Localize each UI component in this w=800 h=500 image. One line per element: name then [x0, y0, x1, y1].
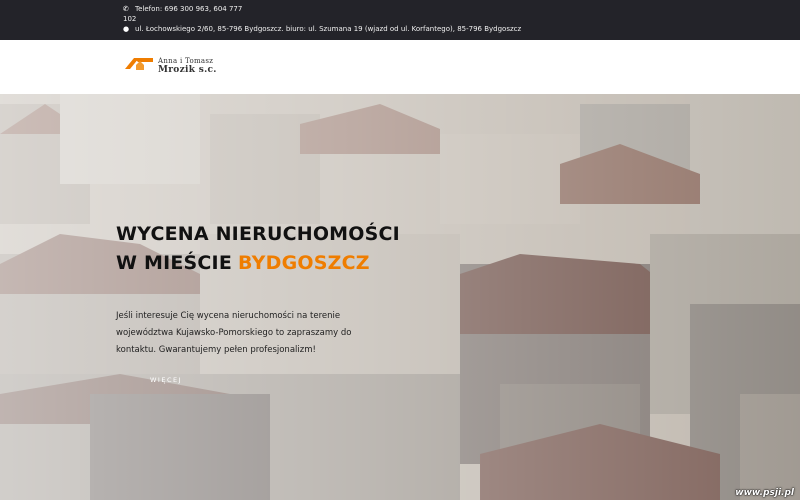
- phone-icon: ✆: [123, 5, 129, 13]
- hero-banner: WYCENA NIERUCHOMOŚCI W MIEŚCIE BYDGOSZCZ …: [0, 94, 800, 500]
- hero-title-city: BYDGOSZCZ: [238, 252, 370, 274]
- phone-text: Telefon: 696 300 963, 604 777: [135, 5, 243, 13]
- address-text: ul. Łochowskiego 2/60, 85-796 Bydgoszcz.…: [135, 25, 522, 33]
- top-contact-bar: ✆ Telefon: 696 300 963, 604 777 102 ● ul. …: [0, 0, 800, 40]
- watermark: www.psji.pl: [735, 488, 794, 498]
- map-pin-icon: ●: [123, 25, 130, 33]
- hero-title-line1: WYCENA NIERUCHOMOŚCI: [116, 223, 400, 245]
- hero-description: Jeśli interesuje Cię wycena nieruchomośc…: [116, 311, 352, 355]
- hero-overlay: [0, 94, 800, 500]
- hero-title-line2: W MIEŚCIE BYDGOSZCZ: [116, 252, 370, 274]
- roof-logo-icon: [125, 58, 153, 70]
- logo-line1: Anna i Tomasz: [158, 57, 214, 65]
- hero-title-prefix: W MIEŚCIE: [116, 252, 233, 274]
- site-header: Anna i Tomasz Mrozik s.c.: [0, 40, 800, 94]
- address-line: ● ul. Łochowskiego 2/60, 85-796 Bydgoszcz…: [123, 25, 521, 34]
- phone-line: ✆ Telefon: 696 300 963, 604 777: [123, 5, 242, 14]
- phone-line-continued: 102: [123, 15, 137, 23]
- logo-line2: Mrozik s.c.: [158, 65, 217, 75]
- site-logo[interactable]: Anna i Tomasz Mrozik s.c.: [125, 54, 245, 80]
- more-link[interactable]: WIĘCEJ: [150, 376, 182, 384]
